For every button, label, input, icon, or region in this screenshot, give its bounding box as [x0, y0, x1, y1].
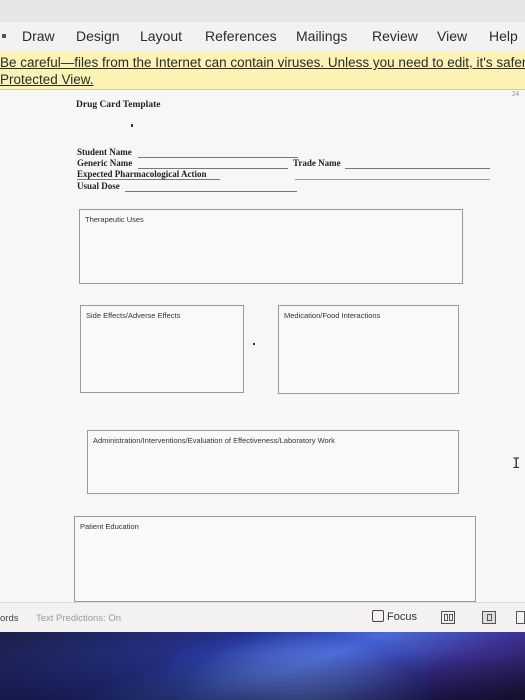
- tab-draw[interactable]: Draw: [22, 28, 55, 44]
- pharm-action-label: Expected Pharmacological Action: [77, 169, 207, 179]
- therapeutic-uses-label: Therapeutic Uses: [85, 215, 144, 224]
- text-cursor-icon: I: [512, 456, 521, 472]
- focus-button[interactable]: Focus: [372, 610, 417, 626]
- protected-view-link[interactable]: Protected View.: [0, 72, 94, 87]
- side-effects-box[interactable]: Side Effects/Adverse Effects: [80, 305, 244, 393]
- student-name-label: Student Name: [77, 147, 132, 157]
- administration-label: Administration/Interventions/Evaluation …: [93, 436, 335, 445]
- patient-education-box[interactable]: Patient Education: [74, 516, 476, 602]
- status-bar: ords Text Predictions: On Focus: [0, 602, 525, 632]
- focus-icon: [372, 610, 384, 622]
- interactions-label: Medication/Food Interactions: [284, 311, 381, 320]
- protected-view-warning: Be careful—files from the Internet can c…: [0, 55, 525, 70]
- interactions-box[interactable]: Medication/Food Interactions: [278, 305, 459, 394]
- tab-view[interactable]: View: [437, 28, 467, 44]
- tab-design[interactable]: Design: [76, 28, 120, 44]
- trade-name-line-2: [295, 179, 490, 180]
- usual-dose-label: Usual Dose: [77, 181, 120, 191]
- tab-references[interactable]: References: [205, 28, 277, 44]
- text-mark: [131, 124, 133, 127]
- text-dot: [253, 343, 255, 345]
- tab-review[interactable]: Review: [372, 28, 418, 44]
- web-layout-icon[interactable]: [516, 611, 525, 624]
- read-mode-icon[interactable]: [441, 611, 455, 624]
- tab-layout[interactable]: Layout: [140, 28, 182, 44]
- patient-education-label: Patient Education: [80, 522, 139, 531]
- side-effects-label: Side Effects/Adverse Effects: [86, 311, 181, 320]
- document-page[interactable]: 24 Drug Card Template Student Name Gener…: [0, 90, 525, 602]
- focus-label: Focus: [387, 611, 417, 623]
- usual-dose-line[interactable]: [125, 191, 297, 192]
- student-name-line[interactable]: [138, 157, 298, 158]
- ribbon-edge-marker: [2, 34, 6, 38]
- pharm-action-line[interactable]: [77, 179, 220, 180]
- word-count[interactable]: ords: [0, 613, 18, 624]
- page-number: 24: [512, 90, 519, 98]
- trade-name-label: Trade Name: [293, 158, 341, 168]
- trade-name-line[interactable]: [345, 168, 490, 169]
- wallpaper-shade: [0, 652, 525, 700]
- tab-help[interactable]: Help: [489, 28, 518, 44]
- administration-box[interactable]: Administration/Interventions/Evaluation …: [87, 430, 459, 494]
- tab-mailings[interactable]: Mailings: [296, 28, 347, 44]
- text-predictions-status[interactable]: Text Predictions: On: [36, 613, 121, 624]
- ribbon-tab-bar: Draw Design Layout References Mailings R…: [0, 22, 525, 52]
- therapeutic-uses-box[interactable]: Therapeutic Uses: [79, 209, 463, 284]
- protected-view-bar: Be careful—files from the Internet can c…: [0, 52, 525, 90]
- generic-name-label: Generic Name: [77, 158, 133, 168]
- desktop-wallpaper: [0, 632, 525, 700]
- print-layout-icon[interactable]: [482, 611, 496, 624]
- document-title: Drug Card Template: [76, 100, 161, 110]
